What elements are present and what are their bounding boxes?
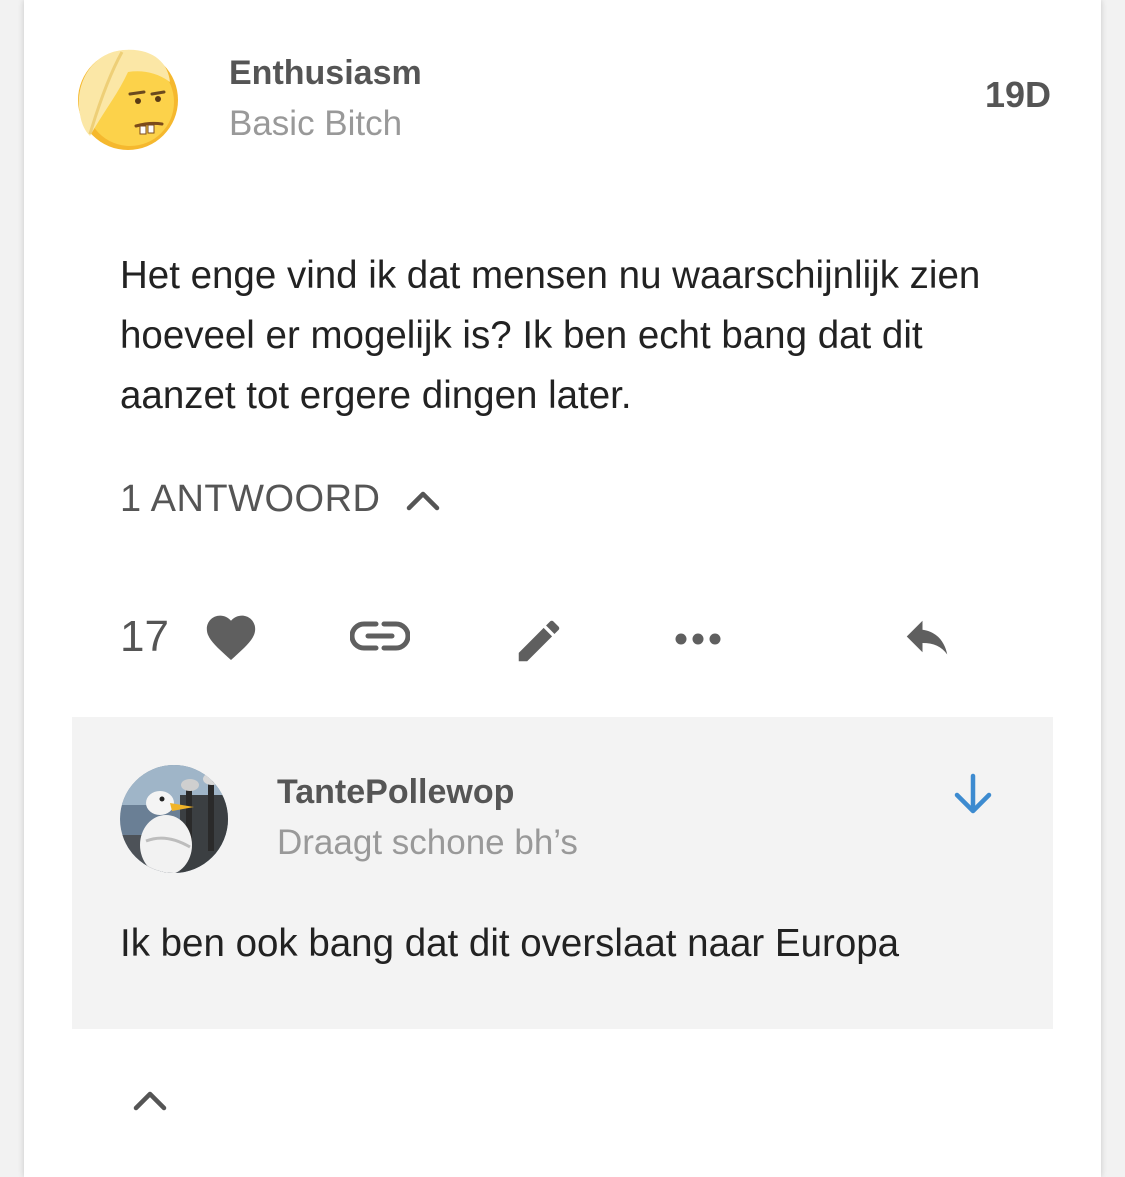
post-timestamp: 19D bbox=[984, 74, 1051, 115]
avatar-seagull-image-icon bbox=[120, 765, 228, 873]
reply-username[interactable]: TantePollewop bbox=[277, 773, 514, 812]
post-action-bar: 17 bbox=[24, 600, 1101, 680]
user-avatar[interactable] bbox=[72, 44, 180, 152]
post-username[interactable]: Enthusiasm bbox=[229, 54, 422, 93]
more-dots-icon[interactable] bbox=[674, 632, 722, 646]
like-count: 17 bbox=[120, 612, 169, 661]
replies-count-label: 1 ANTWOORD bbox=[120, 478, 381, 520]
chevron-up-icon bbox=[407, 491, 440, 510]
pencil-icon[interactable] bbox=[512, 614, 566, 668]
reply-user-avatar[interactable] bbox=[120, 765, 228, 873]
reply-container: TantePollewop Draagt schone bh’s bbox=[72, 717, 1053, 1029]
reply-body: Ik ben ook bang dat dit overslaat naar E… bbox=[120, 922, 900, 965]
heart-icon[interactable] bbox=[202, 608, 260, 662]
post-card: Enthusiasm Basic Bitch 19D Het enge vind… bbox=[24, 0, 1101, 1177]
arrow-down-icon[interactable] bbox=[952, 773, 994, 815]
replies-toggle-button[interactable]: 1 ANTWOORD bbox=[120, 478, 440, 521]
post-body: Het enge vind ik dat mensen nu waarschij… bbox=[120, 254, 981, 417]
chevron-up-icon[interactable] bbox=[132, 1088, 168, 1112]
post-user-title: Basic Bitch bbox=[229, 104, 403, 143]
avatar-emoji-face-icon bbox=[78, 49, 178, 150]
reply-arrow-icon[interactable] bbox=[900, 618, 954, 664]
reply-user-title: Draagt schone bh’s bbox=[277, 823, 578, 862]
link-icon[interactable] bbox=[350, 620, 410, 652]
